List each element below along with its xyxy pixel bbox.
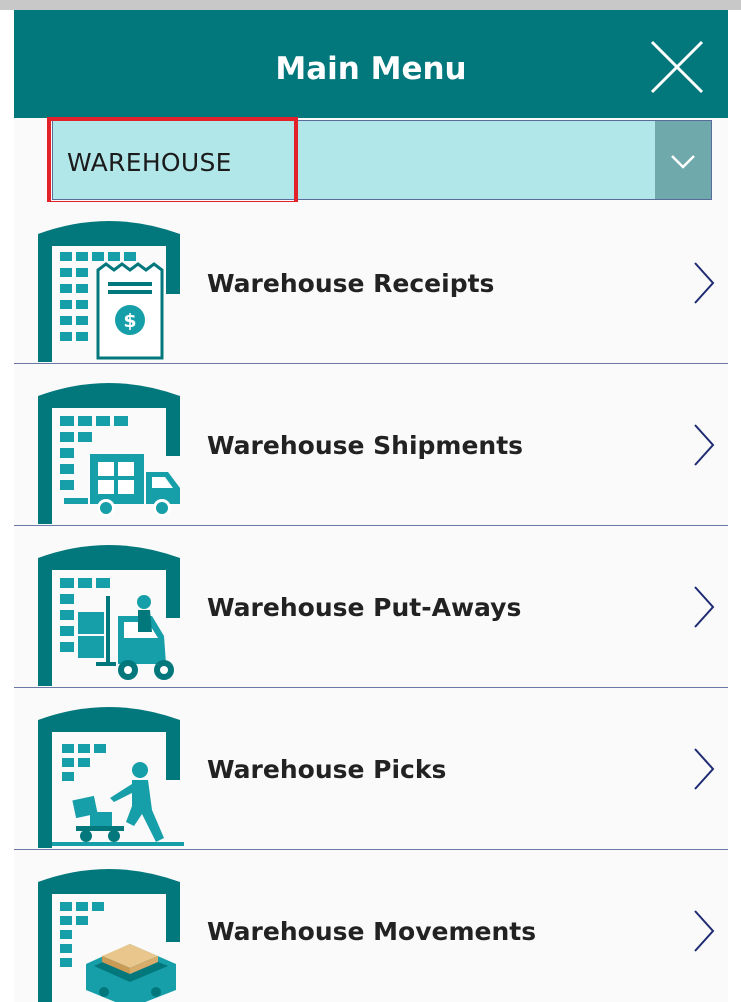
warehouse-forklift-icon [38,545,180,686]
warehouse-box-icon [38,869,180,1002]
menu-item-label: Warehouse Receipts [207,269,495,298]
chevron-right-icon [694,424,715,466]
close-icon [650,40,704,94]
menu-item-label: Warehouse Movements [207,917,537,946]
menu-item-warehouse-picks[interactable]: Warehouse Picks [14,688,728,850]
warehouse-truck-icon [38,383,180,524]
page-title: Main Menu [275,51,467,87]
warehouse-receipt-icon: $ [38,221,180,362]
category-dropdown[interactable]: WAREHOUSE [52,120,712,200]
menu-item-warehouse-movements[interactable]: Warehouse Movements [14,850,728,1002]
menu-item-warehouse-receipts[interactable]: $ Warehouse Receipts [14,202,728,364]
chevron-down-icon [671,155,695,169]
header-bar: Main Menu [14,10,728,118]
app-screen: Main Menu WAREHOUSE $ Warehouse Receipts… [14,10,728,1002]
menu-item-label: Warehouse Picks [207,755,447,784]
chevron-right-icon [694,748,715,790]
chevron-right-icon [694,262,715,304]
menu-list: $ Warehouse Receipts Warehouse Shipments… [14,202,728,1002]
menu-item-warehouse-shipments[interactable]: Warehouse Shipments [14,364,728,526]
dropdown-arrow-button[interactable] [655,121,711,199]
warehouse-handtruck-icon [38,707,184,848]
window-top-strip [0,0,741,10]
chevron-right-icon [694,586,715,628]
menu-item-label: Warehouse Put-Aways [207,593,522,622]
menu-item-label: Warehouse Shipments [207,431,524,460]
menu-item-warehouse-put-aways[interactable]: Warehouse Put-Aways [14,526,728,688]
close-button[interactable] [648,38,706,96]
chevron-right-icon [694,910,715,952]
dropdown-selected-value: WAREHOUSE [67,148,232,177]
svg-text:$: $ [123,310,136,332]
